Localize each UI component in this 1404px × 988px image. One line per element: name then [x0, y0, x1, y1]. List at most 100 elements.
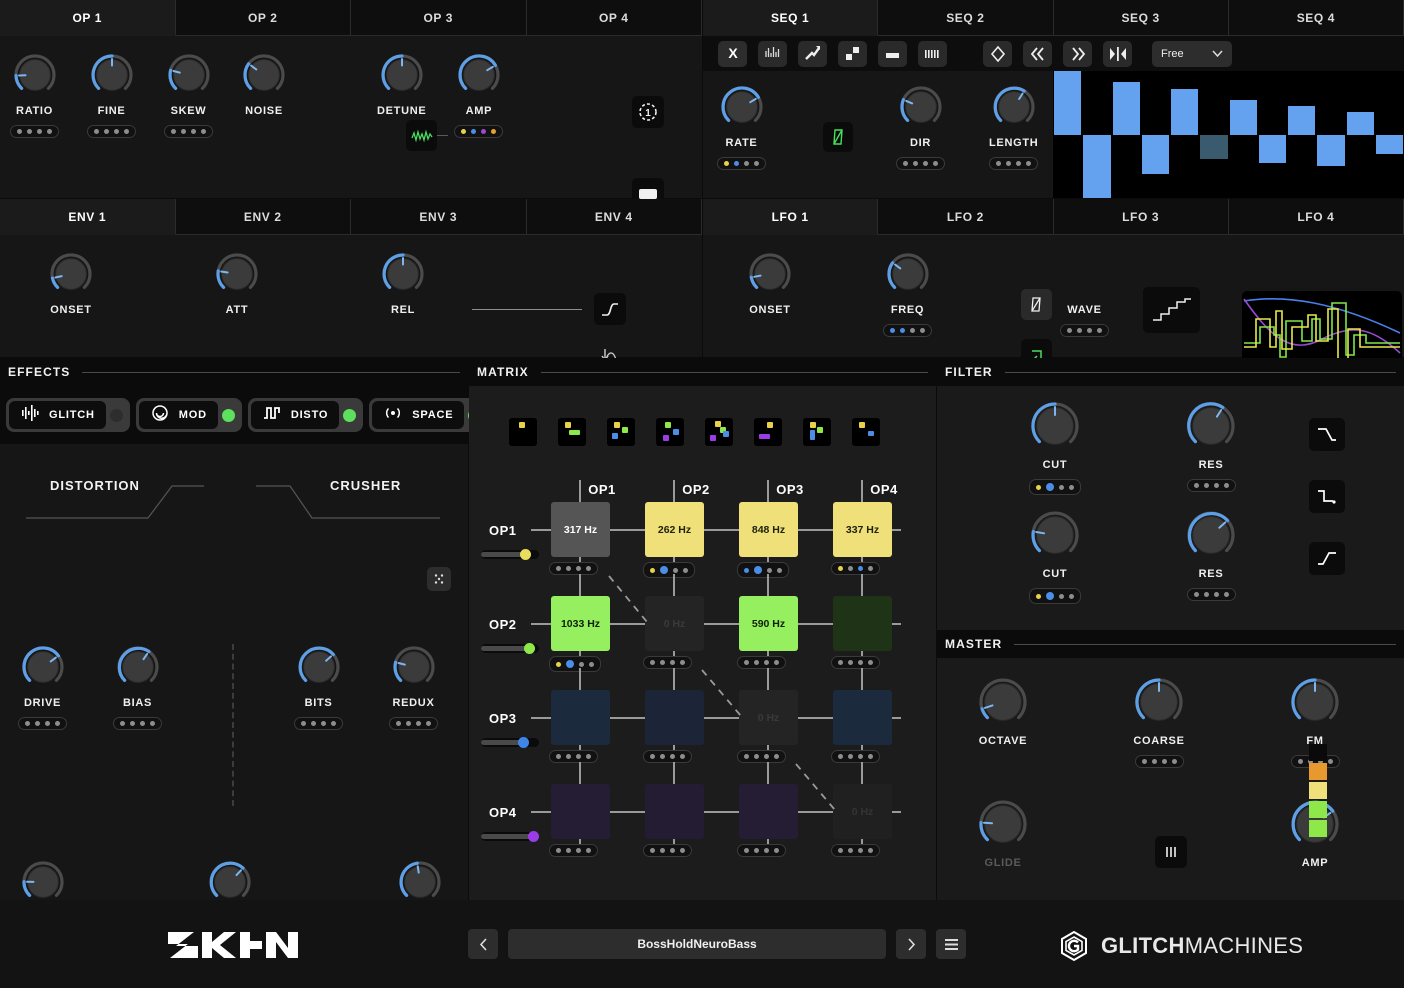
mod-slot-dot[interactable]: [1297, 759, 1303, 764]
mod-slot-dots[interactable]: [883, 324, 932, 337]
mod-slot-dot[interactable]: [744, 660, 749, 665]
sequencer-step[interactable]: [1287, 71, 1316, 198]
mod-slot-dot[interactable]: [1203, 483, 1209, 488]
mod-slot-dot[interactable]: [1046, 592, 1054, 600]
mod-slot-dot[interactable]: [903, 161, 908, 166]
mod-slot-dot[interactable]: [744, 567, 749, 573]
matrix-cell-3-4[interactable]: [833, 690, 892, 745]
mod-slot-dot[interactable]: [670, 754, 675, 759]
mod-slot-dot[interactable]: [55, 721, 60, 726]
slider-handle[interactable]: [517, 737, 529, 748]
mod-slot-dot[interactable]: [838, 754, 843, 759]
knob-dial[interactable]: [296, 644, 342, 690]
mod-slot-dots[interactable]: [831, 750, 880, 763]
effect-module-inner[interactable]: SPACE: [372, 401, 465, 429]
matrix-row-level-slider-4[interactable]: [481, 831, 540, 842]
mod-slot-dot[interactable]: [586, 848, 591, 853]
sequencer-step[interactable]: [1346, 71, 1375, 198]
mod-slot-dot[interactable]: [838, 566, 843, 571]
mod-slot-dot[interactable]: [1151, 759, 1157, 764]
mod-slot-dot[interactable]: [481, 129, 487, 134]
sequencer-step[interactable]: [1199, 71, 1228, 198]
knob-dial[interactable]: [397, 859, 443, 905]
knob-dial[interactable]: [115, 644, 161, 690]
mod-slot-dot[interactable]: [171, 129, 176, 134]
mod-slot-dot[interactable]: [868, 848, 873, 853]
mirror-icon[interactable]: [1103, 40, 1132, 67]
mod-slot-dots[interactable]: [737, 656, 786, 669]
knob-dial[interactable]: [207, 859, 253, 905]
mod-slot-dots[interactable]: [737, 844, 786, 857]
mod-slot-dots[interactable]: [1134, 755, 1184, 768]
sequencer-tabs[interactable]: SEQ 1 SEQ 2 SEQ 3 SEQ 4: [703, 0, 1404, 36]
mod-slot-dot[interactable]: [933, 161, 938, 166]
algo-preset-5[interactable]: [705, 418, 733, 446]
mod-slot-dot[interactable]: [301, 721, 306, 726]
mod-slot-dots[interactable]: [10, 125, 59, 138]
effect-module-inner[interactable]: DISTO: [250, 401, 340, 429]
mod-slot-dot[interactable]: [1223, 483, 1229, 488]
mod-slot-dots[interactable]: [1029, 588, 1081, 604]
matrix-cell-4-3[interactable]: [739, 784, 798, 839]
mod-slot-dots[interactable]: [1060, 324, 1109, 337]
noise-wave-icon[interactable]: [406, 120, 437, 151]
tab-seq-3[interactable]: SEQ 3: [1053, 0, 1229, 36]
slider-handle[interactable]: [523, 643, 535, 654]
lfo-tabs[interactable]: LFO 1 LFO 2 LFO 3 LFO 4: [703, 199, 1404, 235]
matrix-cell-3-2[interactable]: [645, 690, 704, 745]
mod-slot-dot[interactable]: [650, 754, 655, 759]
knob-dial[interactable]: [747, 251, 793, 297]
mod-slot-dot[interactable]: [114, 129, 119, 134]
knob-dial[interactable]: [379, 52, 425, 98]
mod-slot-dot[interactable]: [1036, 593, 1041, 599]
mod-slot-dots[interactable]: [18, 717, 67, 730]
mod-slot-dot[interactable]: [734, 161, 739, 166]
full-bars-icon[interactable]: [918, 40, 947, 67]
mod-slot-dot[interactable]: [1193, 483, 1199, 488]
mod-slot-dot[interactable]: [471, 129, 477, 134]
mod-slot-dots[interactable]: [389, 717, 438, 730]
mod-slot-dot[interactable]: [910, 328, 915, 333]
mod-slot-dot[interactable]: [774, 848, 779, 853]
mod-slot-dot[interactable]: [1161, 759, 1167, 764]
effect-module-mod[interactable]: MOD: [135, 398, 242, 432]
mod-slot-dots[interactable]: [549, 656, 601, 672]
mod-slot-dot[interactable]: [1213, 592, 1219, 597]
bandpass-icon[interactable]: [1309, 480, 1345, 513]
mod-slot-dot[interactable]: [754, 848, 759, 853]
matrix-cell-2-4[interactable]: [833, 596, 892, 651]
mod-slot-dot[interactable]: [680, 848, 685, 853]
matrix-cell-2-1[interactable]: 1033 Hz: [551, 596, 610, 651]
tab-op-3[interactable]: OP 3: [351, 0, 527, 36]
mod-slot-dot[interactable]: [848, 660, 853, 665]
mod-slot-dot[interactable]: [920, 328, 925, 333]
mod-slot-dot[interactable]: [406, 721, 411, 726]
chevron-right-icon[interactable]: [896, 929, 926, 959]
mod-slot-dot[interactable]: [1327, 759, 1333, 764]
sequencer-step[interactable]: [1258, 71, 1287, 198]
mod-slot-dot[interactable]: [1067, 328, 1072, 333]
clear-icon[interactable]: X: [718, 40, 747, 67]
mod-slot-dot[interactable]: [848, 754, 853, 759]
mod-slot-dot[interactable]: [579, 661, 584, 667]
mod-slot-dot[interactable]: [848, 848, 853, 853]
tab-env-4[interactable]: ENV 4: [526, 199, 702, 235]
mod-slot-dot[interactable]: [586, 566, 591, 571]
mod-slot-dot[interactable]: [913, 161, 918, 166]
tab-env-1[interactable]: ENV 1: [0, 199, 176, 235]
matrix-row-level-slider-3[interactable]: [481, 737, 539, 748]
matrix-cell-1-3[interactable]: 848 Hz: [739, 502, 798, 557]
ramp-icon[interactable]: [798, 40, 827, 67]
preset-name-field[interactable]: BossHoldNeuroBass: [508, 929, 886, 959]
mod-slot-dot[interactable]: [1171, 759, 1177, 764]
mod-slot-dot[interactable]: [416, 721, 421, 726]
mod-slot-dot[interactable]: [673, 567, 678, 573]
mod-slot-dot[interactable]: [683, 567, 688, 573]
mod-slot-dot[interactable]: [45, 721, 50, 726]
mod-slot-dots[interactable]: [896, 157, 945, 170]
effect-module-disto[interactable]: DISTO: [247, 398, 364, 432]
mod-slot-dot[interactable]: [754, 660, 759, 665]
knob-dial[interactable]: [214, 251, 260, 297]
mod-slot-dot[interactable]: [764, 754, 769, 759]
mod-slot-dot[interactable]: [767, 567, 772, 573]
